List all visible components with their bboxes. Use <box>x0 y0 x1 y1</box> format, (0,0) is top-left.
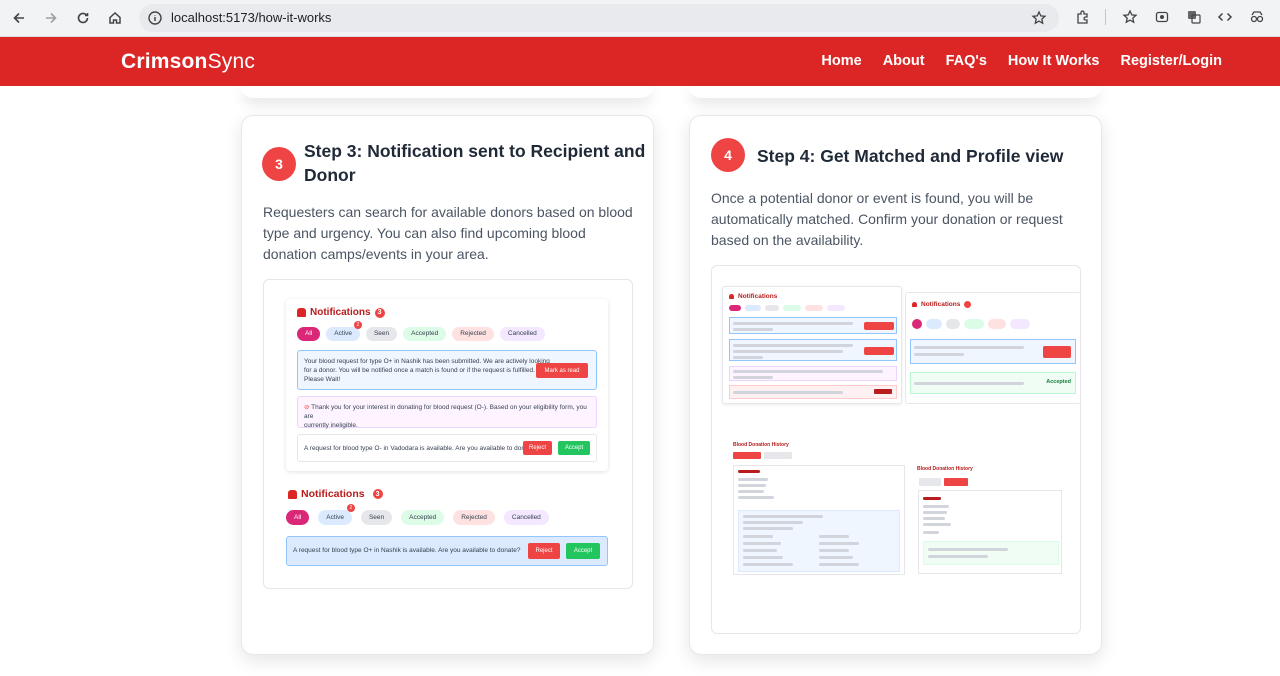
filter-cancelled[interactable]: Cancelled <box>499 327 545 341</box>
notification-panel-small: Notifications Accepted <box>905 292 1080 404</box>
step-title: Step 4: Get Matched and Profile view <box>757 146 1064 166</box>
bell-icon <box>297 308 306 317</box>
back-icon[interactable] <box>8 7 30 29</box>
filter-seen[interactable]: Seen <box>365 327 398 341</box>
filter-seen[interactable]: Seen <box>360 510 393 525</box>
previous-card-bottom <box>241 86 653 98</box>
step-4-card: 4 Step 4: Get Matched and Profile view O… <box>689 115 1102 655</box>
notifications-screenshot: Notifications 3 All Active 2 Seen Accepte… <box>263 279 633 589</box>
mark-as-read-button[interactable]: Mark as read <box>536 363 588 378</box>
notification-item: A request for blood type O- in Vadodara … <box>297 434 597 462</box>
brand-light: Sync <box>207 50 256 73</box>
accept-button[interactable]: Accept <box>558 441 590 455</box>
notification-item <box>729 366 897 381</box>
browser-toolbar: localhost:5173/how-it-works <box>0 0 1280 37</box>
nav-faqs[interactable]: FAQ's <box>946 53 987 69</box>
notification-item <box>729 385 897 399</box>
bell-icon <box>729 294 734 299</box>
notifications-heading: Notifications 3 <box>297 307 385 318</box>
nav-home[interactable]: Home <box>821 53 861 69</box>
bell-icon <box>912 302 917 307</box>
mark-as-read-button[interactable] <box>864 322 894 330</box>
notification-item: ⊘ Thank you for your interest in donatin… <box>297 396 597 429</box>
donation-history-panel: Blood Donation History <box>915 464 1065 576</box>
translate-icon[interactable] <box>1185 8 1203 26</box>
profile-extension-icon[interactable] <box>1248 8 1266 26</box>
step-title: Step 3: Notification sent to Recipient a… <box>304 141 646 185</box>
site-info-icon[interactable] <box>147 10 163 26</box>
filter-pills: All Active 2 Seen Accepted Rejected Cance… <box>286 504 549 525</box>
filter-accepted[interactable]: Accepted <box>403 327 447 341</box>
notifications-heading: Notifications 3 <box>288 488 383 500</box>
filter-all[interactable]: All <box>297 327 321 341</box>
notification-panel-small: Notifications <box>722 286 902 404</box>
notifications-heading: Notifications <box>912 301 972 308</box>
notification-count: 3 <box>374 307 385 318</box>
filter-all[interactable]: All <box>286 510 310 525</box>
home-icon[interactable] <box>104 7 126 29</box>
bookmark-star-icon[interactable] <box>1031 10 1047 26</box>
site-navbar: CrimsonSync Home About FAQ's How It Work… <box>0 37 1280 86</box>
filter-pills: All Active 2 Seen Accepted Rejected Cance… <box>297 321 545 341</box>
brand-bold: Crimson <box>121 50 208 73</box>
step-description: Once a potential donor or event is found… <box>711 190 1063 248</box>
filter-cancelled[interactable]: Cancelled <box>503 510 549 525</box>
previous-card-bottom <box>689 86 1101 98</box>
filter-active[interactable]: Active 2 <box>326 321 362 341</box>
matched-profile-screenshot: Notifications Notifications Accepted Blo… <box>711 265 1081 634</box>
mark-as-read-button[interactable] <box>1043 346 1071 358</box>
step-number-badge: 4 <box>711 138 745 172</box>
url-text: localhost:5173/how-it-works <box>171 10 332 25</box>
mark-as-read-button[interactable] <box>864 347 894 355</box>
bookmarks-icon[interactable] <box>1121 8 1139 26</box>
notification-item: Accepted <box>910 372 1076 394</box>
extensions-icon[interactable] <box>1074 8 1092 26</box>
history-card <box>733 465 905 575</box>
filter-pills <box>729 305 845 311</box>
bell-icon <box>288 489 297 499</box>
forward-icon[interactable] <box>40 7 62 29</box>
nav-register-login[interactable]: Register/Login <box>1120 53 1222 69</box>
nav-about[interactable]: About <box>883 53 925 69</box>
history-card <box>918 490 1062 574</box>
filter-active[interactable]: Active 2 <box>318 504 355 525</box>
filter-accepted[interactable]: Accepted <box>401 510 445 525</box>
notifications-heading: Notifications <box>729 293 777 300</box>
devtools-icon[interactable] <box>1216 8 1234 26</box>
accept-button[interactable]: Accept <box>566 543 600 559</box>
notification-item <box>729 339 897 361</box>
filter-rejected[interactable]: Rejected <box>453 510 495 525</box>
donation-history-panel: Blood Donation History <box>730 438 908 578</box>
notification-item <box>910 339 1076 364</box>
brand-logo[interactable]: CrimsonSync <box>121 50 255 74</box>
nav-menu: Home About FAQ's How It Works Register/L… <box>821 53 1222 69</box>
reload-icon[interactable] <box>72 7 94 29</box>
notification-item <box>729 317 897 334</box>
address-bar[interactable]: localhost:5173/how-it-works <box>139 4 1059 32</box>
step-description: Requesters can search for available dono… <box>263 204 633 262</box>
notification-count: 3 <box>372 489 383 499</box>
reject-button[interactable]: Reject <box>523 441 552 455</box>
screenshot-icon[interactable] <box>1153 8 1171 26</box>
step-number-badge: 3 <box>262 147 296 181</box>
nav-how-it-works[interactable]: How It Works <box>1008 53 1100 69</box>
step-3-card: 3 Step 3: Notification sent to Recipient… <box>241 115 654 655</box>
filter-rejected[interactable]: Rejected <box>452 327 494 341</box>
toolbar-divider <box>1105 9 1106 25</box>
reject-button[interactable]: Reject <box>528 543 560 559</box>
filter-pills <box>912 319 1030 329</box>
